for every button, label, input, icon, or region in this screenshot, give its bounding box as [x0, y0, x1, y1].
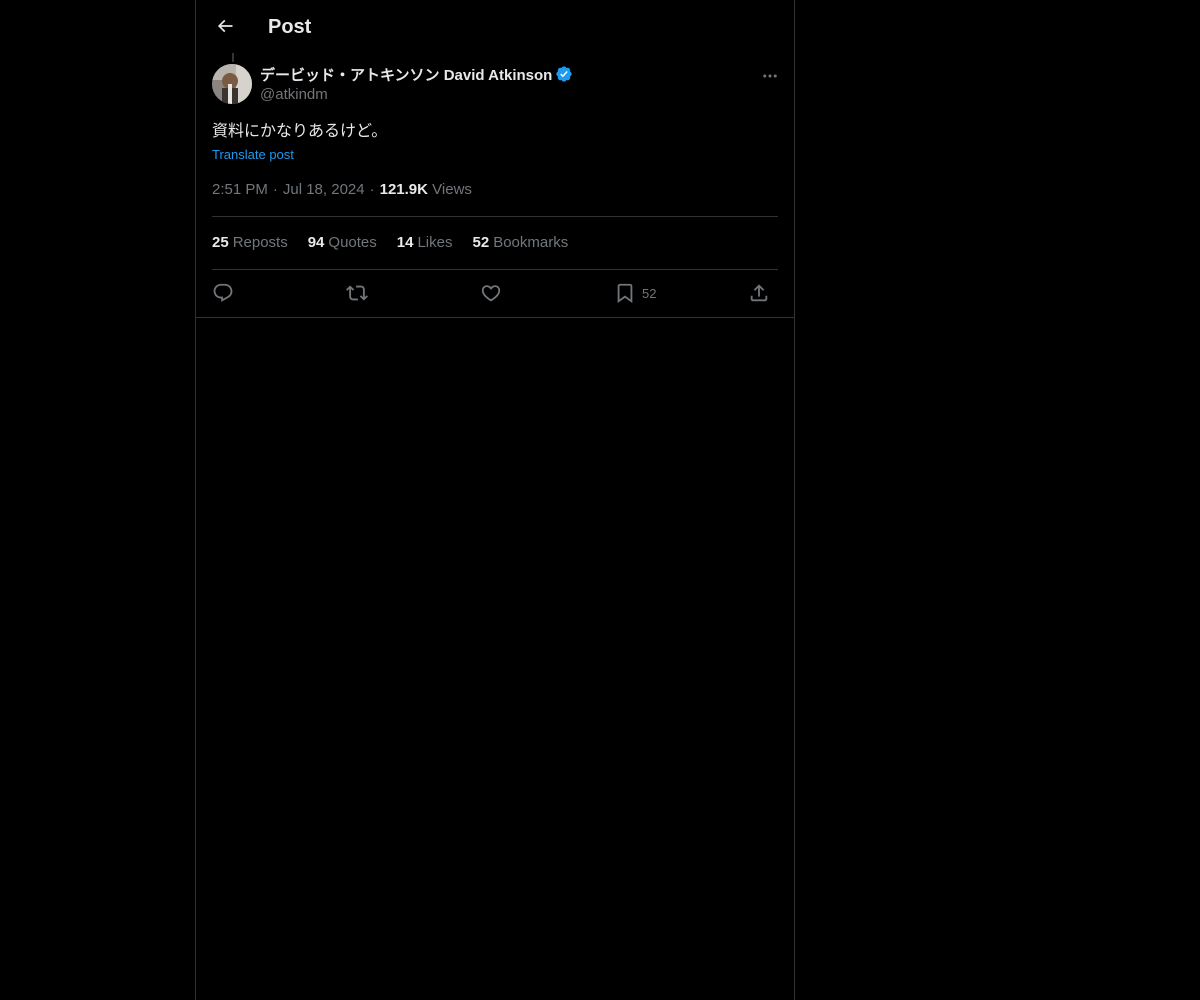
post-date[interactable]: Jul 18, 2024 — [283, 181, 365, 198]
action-bar: 52 — [212, 278, 778, 308]
back-button[interactable] — [208, 9, 242, 43]
reposts-stat[interactable]: 25 Reposts — [212, 233, 288, 253]
bookmark-count: 52 — [642, 285, 657, 301]
bookmark-icon — [617, 283, 633, 304]
post-meta: 2:51 PM · Jul 18, 2024 · 121.9K Views — [212, 180, 472, 200]
quotes-stat[interactable]: 94 Quotes — [308, 233, 377, 253]
quotes-label: Quotes — [328, 234, 377, 251]
author-display-name[interactable]: デービッド・アトキンソン David Atkinson — [260, 64, 552, 85]
translate-post-link[interactable]: Translate post — [212, 146, 294, 164]
arrow-left-icon — [217, 19, 233, 33]
post-stats: 25 Reposts 94 Quotes 14 Likes 52 Bookmarks — [212, 233, 588, 253]
repost-icon — [346, 285, 368, 301]
bookmark-button[interactable]: 52 — [614, 278, 656, 308]
reply-icon — [213, 283, 233, 302]
reposts-count: 25 — [212, 234, 229, 251]
like-button[interactable] — [480, 278, 502, 308]
post-bottom-border — [196, 317, 794, 318]
bookmarks-count: 52 — [472, 234, 490, 251]
views-label: Views — [432, 181, 472, 198]
post-time[interactable]: 2:51 PM — [212, 181, 268, 198]
likes-label: Likes — [417, 234, 453, 251]
thread-line — [232, 53, 234, 62]
avatar-image — [212, 64, 252, 104]
divider — [212, 216, 778, 217]
avatar[interactable] — [212, 64, 252, 104]
quotes-count: 94 — [307, 234, 325, 251]
primary-column: Post デービッド・アトキンソン David Atkinson @atkind… — [195, 0, 795, 1000]
share-icon — [750, 284, 768, 302]
views-count: 121.9K — [379, 181, 428, 198]
author-block: デービッド・アトキンソン David Atkinson @atkindm — [260, 63, 573, 105]
heart-icon — [481, 285, 501, 302]
page-title: Post — [268, 16, 312, 38]
more-options-button[interactable] — [756, 62, 784, 90]
bookmarks-stat[interactable]: 52 Bookmarks — [473, 233, 569, 253]
more-horizontal-icon — [763, 74, 777, 78]
author-handle[interactable]: @atkindm — [260, 85, 573, 105]
header: Post — [196, 0, 794, 53]
post-text: 資料にかなりあるけど。 — [212, 121, 388, 140]
verified-badge-icon — [556, 66, 573, 82]
bookmarks-label: Bookmarks — [493, 234, 569, 251]
reposts-label: Reposts — [232, 234, 288, 251]
meta-separator: · — [272, 181, 278, 198]
divider — [212, 269, 778, 270]
likes-stat[interactable]: 14 Likes — [397, 233, 453, 253]
reply-button[interactable] — [212, 278, 234, 308]
repost-button[interactable] — [346, 278, 368, 308]
share-button[interactable] — [748, 278, 770, 308]
likes-count: 14 — [396, 234, 414, 251]
meta-separator: · — [369, 181, 375, 198]
